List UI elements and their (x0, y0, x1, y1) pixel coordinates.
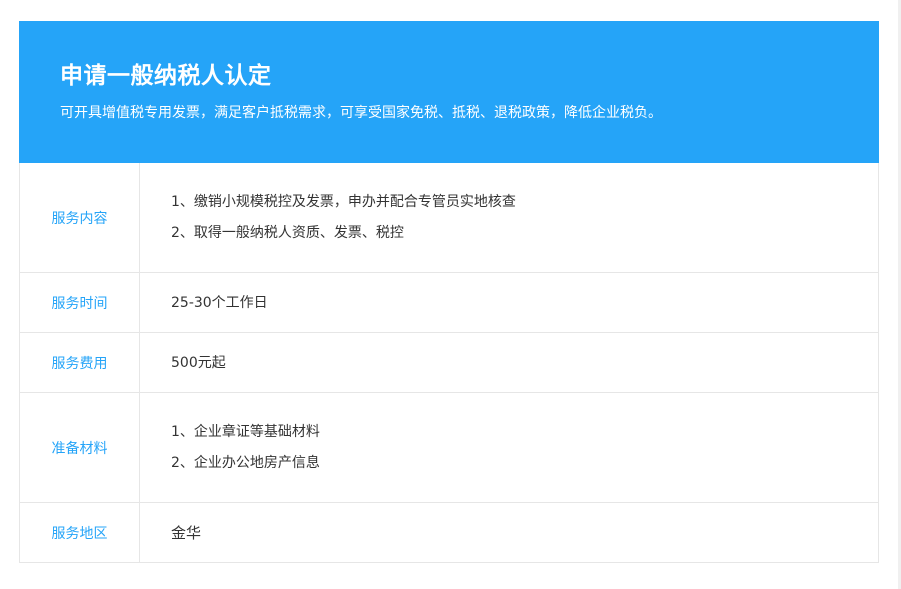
row-service-content: 服务内容 1、缴销小规模税控及发票，申办并配合专管员实地核查 2、取得一般纳税人… (20, 163, 878, 273)
value-line: 25-30个工作日 (171, 294, 268, 311)
row-value: 500元起 (140, 333, 878, 392)
service-subtitle: 可开具增值税专用发票，满足客户抵税需求，可享受国家免税、抵税、退税政策，降低企业… (60, 105, 662, 121)
row-value: 1、缴销小规模税控及发票，申办并配合专管员实地核查 2、取得一般纳税人资质、发票… (140, 163, 878, 272)
service-title: 申请一般纳税人认定 (60, 63, 272, 89)
row-service-time: 服务时间 25-30个工作日 (20, 273, 878, 333)
value-line: 1、企业章证等基础材料 (171, 424, 320, 440)
row-label: 服务内容 (20, 163, 140, 272)
service-card: 申请一般纳税人认定 可开具增值税专用发票，满足客户抵税需求，可享受国家免税、抵税… (19, 21, 879, 563)
row-service-fee: 服务费用 500元起 (20, 333, 878, 393)
row-label: 服务费用 (20, 333, 140, 392)
value-line: 2、企业办公地房产信息 (171, 455, 320, 471)
row-label: 服务时间 (20, 273, 140, 332)
row-label: 服务地区 (20, 503, 140, 562)
row-service-region: 服务地区 金华 (20, 503, 878, 563)
service-details-table: 服务内容 1、缴销小规模税控及发票，申办并配合专管员实地核查 2、取得一般纳税人… (19, 163, 879, 563)
row-value: 25-30个工作日 (140, 273, 878, 332)
value-line: 金华 (171, 523, 202, 542)
value-line: 2、取得一般纳税人资质、发票、税控 (171, 225, 404, 241)
service-header: 申请一般纳税人认定 可开具增值税专用发票，满足客户抵税需求，可享受国家免税、抵税… (19, 21, 879, 163)
value-line: 500元起 (171, 354, 226, 371)
row-value: 1、企业章证等基础材料 2、企业办公地房产信息 (140, 393, 878, 502)
value-line: 1、缴销小规模税控及发票，申办并配合专管员实地核查 (171, 194, 516, 210)
row-materials: 准备材料 1、企业章证等基础材料 2、企业办公地房产信息 (20, 393, 878, 503)
row-value: 金华 (140, 503, 878, 562)
row-label: 准备材料 (20, 393, 140, 502)
